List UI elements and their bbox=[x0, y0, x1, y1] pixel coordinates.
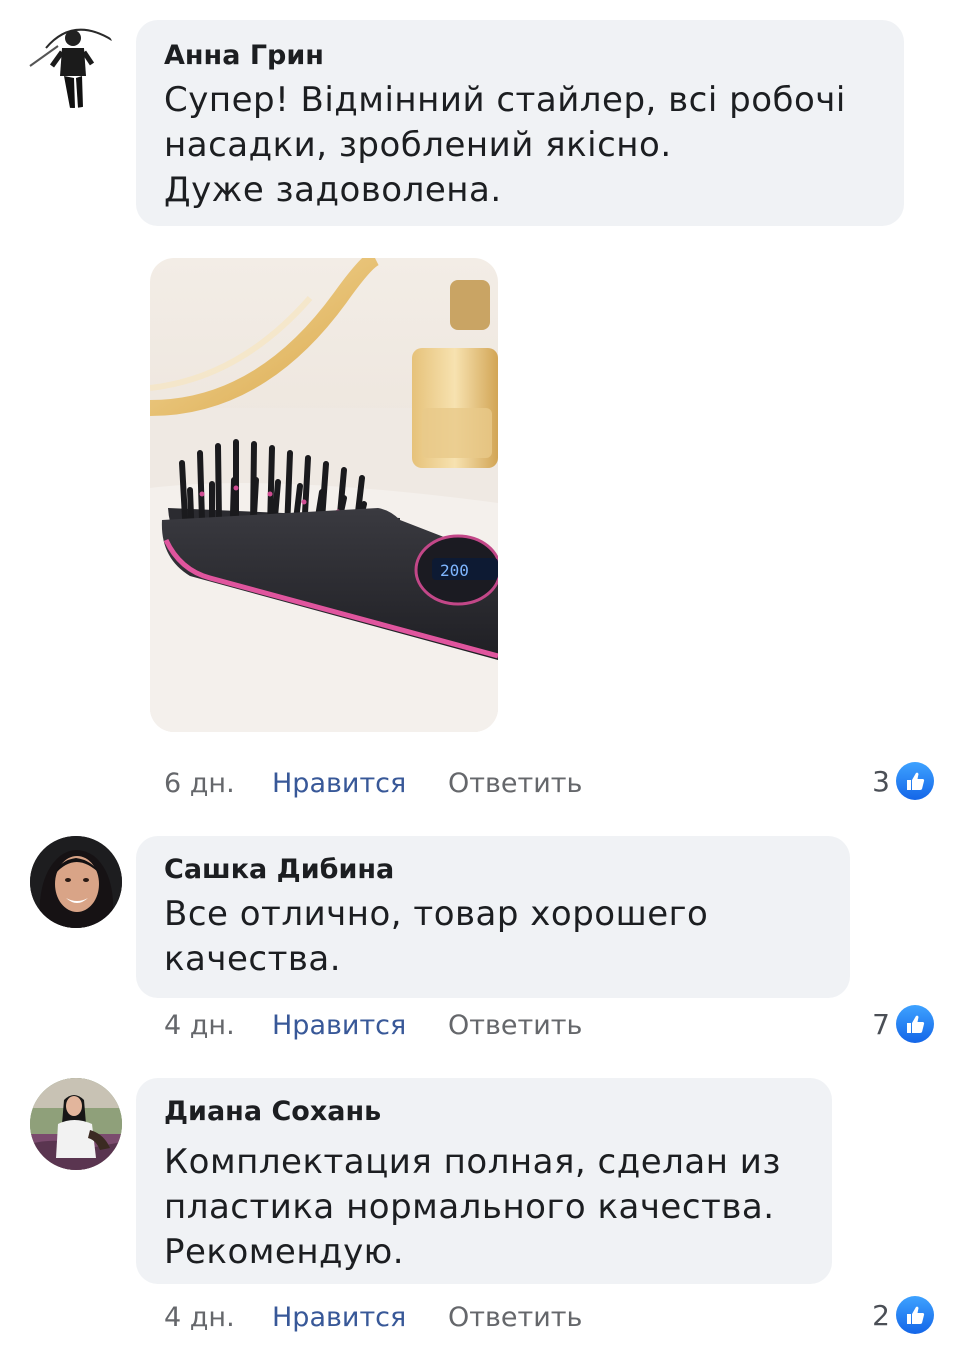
reaction-count: 2 bbox=[872, 1298, 890, 1332]
reply-link[interactable]: Ответить bbox=[448, 768, 582, 800]
comment-text-line: Дуже задоволена. bbox=[164, 170, 502, 210]
comment-time[interactable]: 4 дн. bbox=[164, 1302, 235, 1334]
comment-author[interactable]: Анна Грин bbox=[164, 40, 324, 72]
comment-text: Все отлично, товар хорошего качества. bbox=[164, 892, 708, 982]
comment-time[interactable]: 6 дн. bbox=[164, 768, 235, 800]
comment-text-line: качества. bbox=[164, 939, 342, 979]
thumbs-up-icon bbox=[896, 1005, 934, 1043]
comment-author[interactable]: Диана Сохань bbox=[164, 1096, 381, 1128]
reply-link[interactable]: Ответить bbox=[448, 1010, 582, 1042]
comment-bubble: Анна Грин Супер! Відмінний стайлер, всі … bbox=[136, 20, 904, 226]
person-photo-icon bbox=[30, 836, 122, 928]
comment-text-line: Все отлично, товар хорошего bbox=[164, 894, 709, 934]
comment-text-line: Комплектация полная, сделан из bbox=[164, 1142, 781, 1182]
comment-author[interactable]: Сашка Дибина bbox=[164, 854, 394, 886]
comment-bubble: Сашка Дибина Все отлично, товар хорошего… bbox=[136, 836, 850, 998]
thumbs-up-icon bbox=[896, 762, 934, 800]
thumbs-up-icon bbox=[896, 1296, 934, 1334]
comment-photo[interactable]: 200 bbox=[150, 258, 498, 732]
comment-text-line: насадки, зроблений якісно. bbox=[164, 125, 672, 165]
reaction-count: 7 bbox=[872, 1007, 890, 1041]
reaction-summary[interactable]: 7 bbox=[872, 1005, 934, 1043]
comment-text: Комплектация полная, сделан из пластика … bbox=[164, 1140, 781, 1275]
avatar[interactable] bbox=[30, 836, 122, 928]
person-silhouette-icon bbox=[29, 28, 113, 108]
reply-link[interactable]: Ответить bbox=[448, 1302, 582, 1334]
svg-text:200: 200 bbox=[440, 561, 469, 580]
comment-text: Супер! Відмінний стайлер, всі робочі нас… bbox=[164, 78, 846, 213]
like-link[interactable]: Нравится bbox=[272, 1010, 406, 1042]
reaction-count: 3 bbox=[872, 764, 890, 798]
reaction-summary[interactable]: 3 bbox=[872, 762, 934, 800]
comment-bubble: Диана Сохань Комплектация полная, сделан… bbox=[136, 1078, 832, 1284]
like-link[interactable]: Нравится bbox=[272, 1302, 406, 1334]
person-photo-icon bbox=[30, 1078, 122, 1170]
like-link[interactable]: Нравится bbox=[272, 768, 406, 800]
reaction-summary[interactable]: 2 bbox=[872, 1296, 934, 1334]
hair-straightener-brush-photo: 200 bbox=[150, 258, 498, 732]
comment-text-line: пластика нормального качества. bbox=[164, 1187, 775, 1227]
comment-text-line: Супер! Відмінний стайлер, всі робочі bbox=[164, 80, 846, 120]
comment-text-line: Рекомендую. bbox=[164, 1232, 405, 1272]
comment-time[interactable]: 4 дн. bbox=[164, 1010, 235, 1042]
avatar[interactable] bbox=[30, 1078, 122, 1170]
avatar[interactable] bbox=[28, 18, 118, 108]
